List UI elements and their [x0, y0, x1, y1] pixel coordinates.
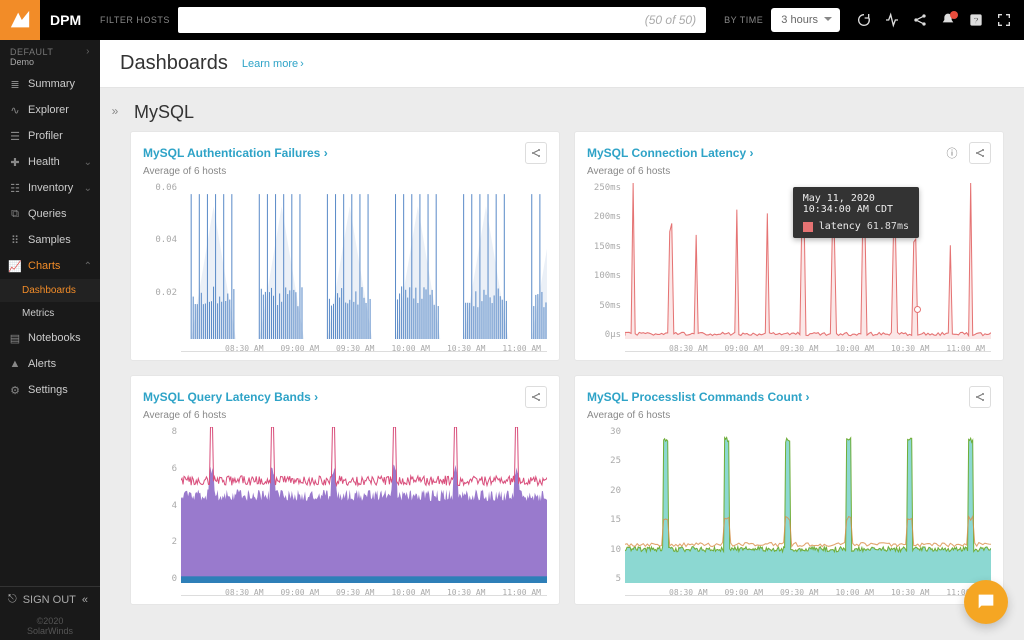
sidebar-item-alerts[interactable]: ▲Alerts	[0, 351, 100, 377]
list-icon: ≣	[8, 77, 22, 91]
card-query-latency-bands: MySQL Query Latency Bands Average of 6 h…	[130, 375, 560, 605]
sidebar-item-settings[interactable]: ⚙Settings	[0, 377, 100, 403]
brand-logo[interactable]	[0, 0, 40, 40]
sidebar-item-profiler[interactable]: ☰Profiler	[0, 123, 100, 149]
page-header: Dashboards Learn more ›	[100, 40, 1024, 88]
card-title[interactable]: MySQL Query Latency Bands	[143, 390, 318, 404]
gear-icon: ⚙	[8, 383, 22, 397]
topbar-actions: ?	[852, 8, 1016, 32]
sign-out-button[interactable]: ⎋SIGN OUT«	[0, 586, 100, 612]
chevron-up-icon: ⌃	[84, 261, 92, 272]
chart-query-latency-bands[interactable]: 86420 08:30 AM09:00 AM09:30 AM10:00 AM10…	[143, 427, 547, 596]
info-chart-icon[interactable]: ⓘ	[941, 142, 963, 164]
pulse-icon: ∿	[8, 103, 22, 117]
share-chart-icon[interactable]	[969, 386, 991, 408]
chart-tooltip: May 11, 2020 10:34:00 AM CDT latency61.8…	[793, 187, 919, 238]
content: MySQL MySQL Authentication Failures Aver…	[130, 88, 1024, 640]
refresh-icon[interactable]	[852, 8, 876, 32]
card-subtitle: Average of 6 hosts	[587, 410, 991, 421]
alerts-icon: ▲	[8, 357, 22, 371]
expand-panel-icon[interactable]: »	[112, 104, 119, 640]
collapse-icon[interactable]: «	[82, 594, 88, 606]
chart-auth-failures[interactable]: 0.060.040.02 08:30 AM09:00 AM09:30 AM10:…	[143, 183, 547, 352]
card-connection-latency: MySQL Connection Latency ⓘ Average of 6 …	[574, 131, 1004, 361]
hover-marker	[914, 306, 921, 313]
card-title[interactable]: MySQL Processlist Commands Count	[587, 390, 810, 404]
learn-more-link[interactable]: Learn more ›	[242, 58, 304, 70]
y-axis-labels: 0.060.040.02	[143, 183, 181, 352]
sidebar-subitem-dashboards[interactable]: Dashboards	[0, 279, 100, 302]
share-chart-icon[interactable]	[525, 386, 547, 408]
charts-icon: 📈	[8, 259, 22, 273]
x-axis-labels: 08:30 AM09:00 AM09:30 AM10:00 AM10:30 AM…	[219, 344, 547, 353]
samples-icon: ⠿	[8, 233, 22, 247]
card-subtitle: Average of 6 hosts	[143, 166, 547, 177]
x-axis-labels: 08:30 AM09:00 AM09:30 AM10:00 AM10:30 AM…	[663, 588, 991, 597]
sidebar-item-samples[interactable]: ⠿Samples	[0, 227, 100, 253]
chart-connection-latency[interactable]: 250ms200ms150ms100ms50ms0µs May 11, 2020…	[587, 183, 991, 352]
card-subtitle: Average of 6 hosts	[587, 166, 991, 177]
sidebar-item-health[interactable]: ✚Health⌄	[0, 149, 100, 175]
dashboard-grid: MySQL Authentication Failures Average of…	[130, 131, 1024, 605]
share-icon[interactable]	[908, 8, 932, 32]
card-processlist-commands: MySQL Processlist Commands Count Average…	[574, 375, 1004, 605]
sidebar-item-explorer[interactable]: ∿Explorer	[0, 97, 100, 123]
notebooks-icon: ▤	[8, 331, 22, 345]
card-auth-failures: MySQL Authentication Failures Average of…	[130, 131, 560, 361]
sidebar-item-charts[interactable]: 📈Charts⌃	[0, 253, 100, 279]
chevron-down-icon: ⌄	[84, 157, 92, 168]
brand-text: DPM	[50, 12, 100, 28]
notification-badge	[950, 11, 958, 19]
activity-icon[interactable]	[880, 8, 904, 32]
y-axis-labels: 250ms200ms150ms100ms50ms0µs	[587, 183, 625, 352]
share-chart-icon[interactable]	[969, 142, 991, 164]
x-axis-labels: 08:30 AM09:00 AM09:30 AM10:00 AM10:30 AM…	[663, 344, 991, 353]
y-axis-labels: 30252015105	[587, 427, 625, 596]
health-icon: ✚	[8, 155, 22, 169]
time-range-value: 3 hours	[781, 14, 818, 26]
card-subtitle: Average of 6 hosts	[143, 410, 547, 421]
card-title[interactable]: MySQL Connection Latency	[587, 146, 753, 160]
inventory-icon: ☷	[8, 181, 22, 195]
chevron-down-icon: ⌄	[84, 183, 92, 194]
x-axis-labels: 08:30 AM09:00 AM09:30 AM10:00 AM10:30 AM…	[219, 588, 547, 597]
section-title: MySQL	[130, 88, 1024, 131]
sidebar-item-summary[interactable]: ≣Summary	[0, 71, 100, 97]
expand-column: »	[100, 88, 130, 640]
notifications-icon[interactable]	[936, 8, 960, 32]
sidebar-item-notebooks[interactable]: ▤Notebooks	[0, 325, 100, 351]
main: Dashboards Learn more › » MySQL MySQL Au…	[100, 40, 1024, 640]
sidebar: DEFAULT › Demo ≣Summary ∿Explorer ☰Profi…	[0, 40, 100, 640]
sidebar-env-value: Demo	[0, 57, 100, 71]
topbar: DPM FILTER HOSTS BY TIME 3 hours ?	[0, 0, 1024, 40]
help-icon[interactable]: ?	[964, 8, 988, 32]
sidebar-subitem-metrics[interactable]: Metrics	[0, 302, 100, 325]
signout-icon: ⎋	[8, 593, 17, 606]
series-swatch	[803, 222, 813, 232]
fullscreen-icon[interactable]	[992, 8, 1016, 32]
y-axis-labels: 86420	[143, 427, 181, 596]
solarwinds-icon	[9, 9, 31, 31]
chart-processlist-commands[interactable]: 30252015105 08:30 AM09:00 AM09:30 AM10:0…	[587, 427, 991, 596]
bytime-label: BY TIME	[724, 15, 763, 25]
chevron-right-icon: ›	[86, 46, 90, 57]
filter-hosts-input[interactable]	[178, 7, 706, 33]
share-chart-icon[interactable]	[525, 142, 547, 164]
filter-hosts-label: FILTER HOSTS	[100, 15, 170, 25]
sidebar-env-label[interactable]: DEFAULT ›	[0, 40, 100, 57]
time-range-select[interactable]: 3 hours	[771, 8, 840, 32]
chat-launcher[interactable]	[964, 580, 1008, 624]
sidebar-item-queries[interactable]: ⧉Queries	[0, 201, 100, 227]
sidebar-item-inventory[interactable]: ☷Inventory⌄	[0, 175, 100, 201]
card-title[interactable]: MySQL Authentication Failures	[143, 146, 328, 160]
queries-icon: ⧉	[8, 207, 22, 221]
bars-icon: ☰	[8, 129, 22, 143]
chat-icon	[975, 591, 997, 613]
page-title: Dashboards	[120, 52, 228, 75]
svg-text:?: ?	[973, 15, 978, 25]
copyright: ©2020 SolarWinds	[0, 612, 100, 640]
